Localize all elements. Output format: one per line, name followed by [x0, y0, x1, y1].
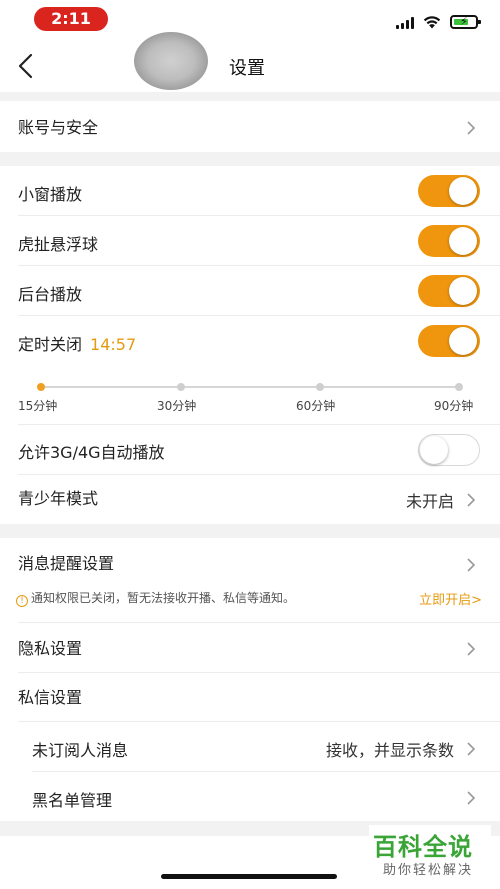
notify-settings-row[interactable]: 消息提醒设置 [0, 538, 500, 588]
home-indicator[interactable] [161, 874, 337, 879]
mini-window-row: 小窗播放 [0, 166, 500, 216]
notify-settings-label: 消息提醒设置 [18, 554, 115, 573]
timer-countdown: 14:57 [90, 335, 137, 354]
chevron-right-icon [467, 558, 476, 572]
chevron-right-icon [467, 493, 476, 507]
chevron-right-icon [467, 642, 476, 656]
dm-settings-label: 私信设置 [18, 688, 83, 707]
timer-option-label[interactable]: 15分钟 [18, 397, 57, 414]
timer-close-row: 定时关闭 14:57 [0, 316, 500, 366]
clipped-row-text [18, 847, 23, 866]
youth-mode-row[interactable]: 青少年模式 未开启 [0, 475, 500, 525]
chevron-right-icon [467, 742, 476, 756]
floating-ball-row: 虎扯悬浮球 [0, 216, 500, 266]
timer-close-text: 定时关闭 [18, 335, 83, 354]
timer-option-label[interactable]: 30分钟 [157, 397, 196, 414]
floating-ball-toggle[interactable] [418, 225, 480, 257]
floating-ball-label: 虎扯悬浮球 [18, 235, 99, 254]
timer-option-dot[interactable] [177, 383, 185, 391]
unsubscribed-messages-label: 未订阅人消息 [32, 741, 129, 760]
enable-now-link[interactable]: 立即开启> [419, 589, 482, 608]
page-title: 设置 [229, 58, 265, 79]
status-time: 2:11 [34, 7, 108, 31]
youth-mode-status: 未开启 [405, 492, 454, 511]
watermark-logo: 百科全说 助你轻松解决 [369, 825, 491, 881]
timer-option-label[interactable]: 90分钟 [434, 397, 473, 414]
cellular-signal-icon [396, 17, 414, 29]
background-play-toggle[interactable] [418, 275, 480, 307]
account-section: 账号与安全 [0, 101, 500, 152]
chevron-right-icon [467, 121, 476, 135]
watermark-sub-text: 助你轻松解决 [383, 863, 474, 878]
youth-mode-label: 青少年模式 [18, 489, 99, 508]
auto-play-toggle[interactable] [418, 434, 480, 466]
unsubscribed-messages-row[interactable]: 未订阅人消息 接收，并显示条数 [0, 722, 500, 772]
back-arrow-icon[interactable] [14, 52, 38, 80]
timer-option-dot[interactable] [316, 383, 324, 391]
notification-permission-notice: ! 通知权限已关闭，暂无法接收开播、私信等通知。 [16, 589, 295, 607]
auto-play-row: 允许3G/4G自动播放 [0, 425, 500, 475]
notice-text: 通知权限已关闭，暂无法接收开播、私信等通知。 [31, 591, 296, 605]
background-play-label: 后台播放 [18, 285, 83, 304]
auto-play-label: 允许3G/4G自动播放 [18, 443, 165, 462]
avatar [134, 32, 208, 90]
dm-settings-row[interactable]: 私信设置 [0, 673, 500, 723]
nav-bar: 设置 [0, 32, 500, 92]
unsubscribed-messages-value: 接收，并显示条数 [325, 741, 454, 760]
wifi-icon [423, 16, 441, 29]
timer-slider-track[interactable] [40, 386, 458, 388]
timer-close-toggle[interactable] [418, 325, 480, 357]
mini-window-label: 小窗播放 [18, 185, 83, 204]
status-icons: ⚡ [396, 13, 481, 29]
watermark-main-text: 百科全说 [373, 833, 473, 861]
mini-window-toggle[interactable] [418, 175, 480, 207]
account-security-row[interactable]: 账号与安全 [0, 101, 500, 151]
timer-option-label[interactable]: 60分钟 [296, 397, 335, 414]
timer-option-dot[interactable] [37, 383, 45, 391]
status-bar: 2:11 ⚡ [0, 0, 500, 40]
chevron-right-icon [467, 791, 476, 805]
timer-option-dot[interactable] [455, 383, 463, 391]
background-play-row: 后台播放 [0, 266, 500, 316]
info-icon: ! [16, 595, 28, 607]
account-security-label: 账号与安全 [18, 118, 99, 137]
privacy-settings-row[interactable]: 隐私设置 [0, 623, 500, 673]
timer-close-label: 定时关闭 14:57 [18, 331, 136, 355]
blacklist-label: 黑名单管理 [32, 791, 113, 810]
blacklist-row[interactable]: 黑名单管理 [0, 772, 500, 822]
privacy-settings-label: 隐私设置 [18, 639, 83, 658]
battery-icon: ⚡ [450, 15, 481, 29]
